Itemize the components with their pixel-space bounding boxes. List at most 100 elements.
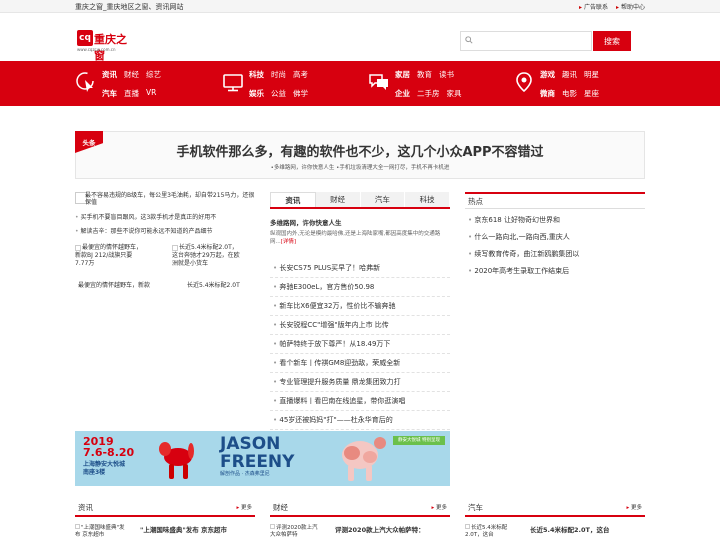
list-item[interactable]: 帕萨特终于放下尊严！从18.49万下	[270, 335, 450, 354]
section-heading: 汽车 更多	[465, 501, 645, 517]
photo-alt-text: "上潮国味盛典"发布 京东超市	[75, 525, 125, 538]
nav-row: 微商 电影 星座	[540, 88, 599, 99]
more-link[interactable]: 更多	[431, 501, 447, 515]
banner-title-line1: JASON	[220, 434, 281, 454]
list-item[interactable]: 长安锐程CC"增强"版年内上市 比传	[270, 316, 450, 335]
nav-item-finance[interactable]: 财经	[124, 69, 139, 80]
list-item[interactable]: 专业管理提升服务质量 鼎龙集团致力打	[270, 373, 450, 392]
nav-item-vr[interactable]: VR	[146, 88, 156, 99]
nav-item-live[interactable]: 直播	[124, 88, 139, 99]
nav-item-charity[interactable]: 公益	[271, 88, 286, 99]
list-item[interactable]: 45岁还被妈妈"打"——杜永华育后的	[270, 411, 450, 430]
logo-url: www.cqzcw.com.cn	[77, 47, 116, 52]
top-links: 广告联系 帮助中心	[579, 2, 645, 11]
nav-item-auto[interactable]: 汽车	[102, 88, 117, 99]
photo-alt-text: 评测2020款上汽大众帕萨特	[270, 525, 318, 538]
photo-card[interactable]: "上潮国味盛典"发布 京东超市	[75, 524, 127, 540]
photo-caption[interactable]: 长近5.4米标配2.0T	[187, 280, 240, 289]
nav-row: 家居 教育 读书	[395, 69, 454, 80]
nav-item-games[interactable]: 游戏	[540, 69, 555, 80]
section-lead-title[interactable]: 长近5.4米标配2.0T，这台	[530, 524, 645, 534]
nav-item-fashion[interactable]: 时尚	[271, 69, 286, 80]
list-item[interactable]: 京东618 让好物奇幻世界和	[465, 212, 579, 229]
list-item[interactable]: 2020年高考生录取工作结束后	[465, 263, 579, 280]
photo-card[interactable]: 长近5.4米标配2.0T，这台	[465, 524, 517, 540]
banner-badge: 静安大悦城 特别呈现	[393, 436, 445, 445]
banner-subtitle: 解剖作品 · 杰森弗里尼	[220, 471, 270, 477]
tab-finance[interactable]: 财经	[315, 192, 361, 207]
nav-item-furniture[interactable]: 家具	[447, 88, 462, 99]
nav-item-second-hand[interactable]: 二手房	[417, 88, 440, 99]
nav-row: 资讯 财经 综艺	[102, 69, 161, 80]
banner-date: 2019 7.6-8.20	[83, 436, 134, 458]
tab-auto[interactable]: 汽车	[360, 192, 406, 207]
lead-story-title[interactable]: 多维路网，许你快意人生	[270, 217, 342, 227]
photo-card[interactable]: 长近5.4米标配2.0T，这台奔驰才29万起，在欧洲就是小货车	[172, 244, 242, 278]
nav-item-wechat-business[interactable]: 微商	[540, 88, 555, 99]
chat-icon	[368, 71, 390, 93]
more-link[interactable]: 更多	[236, 501, 252, 515]
list-item[interactable]: 什么一路向北,一路向西,重庆人	[465, 229, 579, 246]
top-bar: 重庆之窗_重庆地区之窗、资讯网站 广告联系 帮助中心	[0, 0, 720, 13]
banner-title: JASON FREENY 解剖作品 · 杰森弗里尼	[220, 435, 294, 478]
nav-item-news[interactable]: 资讯	[102, 69, 117, 80]
featured-caption[interactable]: 最不容易违规的B级车，每公里3毛油耗，却自带215马力，还很保值	[85, 192, 255, 206]
headline-box: 头条 手机软件那么多，有趣的软件也不少，这几个小众APP不容错过 •多维路网，许…	[75, 131, 645, 179]
list-item[interactable]: 续写教育传奇，曲江新鸥鹏集团以	[465, 246, 579, 263]
balloon-dog-figure	[159, 442, 194, 479]
headline-title[interactable]: 手机软件那么多，有趣的软件也不少，这几个小众APP不容错过	[76, 141, 644, 160]
headline-sub-links[interactable]: •多维路网，许你快意人生 •手机垃圾清理大全一网打尽，手机不再卡机进	[76, 163, 644, 171]
left-bullet-link[interactable]: 解读吉辛：那些不说你可能永远不知道的产品细节	[75, 226, 212, 235]
nav-item-exam[interactable]: 高考	[293, 69, 308, 80]
ad-banner[interactable]: 2019 7.6-8.20 上海静安大悦城 南座3楼 JASON FREENY 解剖作品…	[75, 431, 450, 486]
more-link[interactable]: 更多	[626, 501, 642, 515]
help-center-link[interactable]: 帮助中心	[616, 2, 645, 11]
nav-item-movies[interactable]: 电影	[562, 88, 577, 99]
section-heading-text: 资讯	[78, 503, 93, 512]
nav-item-entertainment[interactable]: 娱乐	[249, 88, 264, 99]
nav-item-home[interactable]: 家居	[395, 69, 410, 80]
broken-image-icon	[465, 524, 470, 529]
nav-item-books[interactable]: 读书	[439, 69, 454, 80]
list-item[interactable]: 新车比X6便宜32万，性价比不输奔驰	[270, 297, 450, 316]
nav-item-education[interactable]: 教育	[417, 69, 432, 80]
section-lead-title[interactable]: "上潮国味盛典"发布 京东超市	[140, 524, 255, 534]
logo-mark: cq	[77, 30, 93, 46]
nav-item-stars[interactable]: 明星	[584, 69, 599, 80]
site-logo[interactable]: cq 重庆之窗 www.cqzcw.com.cn	[77, 30, 137, 62]
tab-tech[interactable]: 科技	[405, 192, 450, 207]
section-heading: 资讯 更多	[75, 501, 255, 517]
banner-dates: 7.6-8.20	[83, 446, 135, 459]
search-button[interactable]: 搜索	[593, 31, 631, 51]
photo-caption[interactable]: 最便宜的情怀越野车，新款	[78, 280, 150, 289]
ad-contact-link[interactable]: 广告联系	[579, 2, 608, 11]
list-item[interactable]: 看个新车丨传祺GM8迎劲敌，荣威全新	[270, 354, 450, 373]
section-lead-title[interactable]: 评测2020款上汽大众帕萨特：	[335, 524, 450, 534]
search-input[interactable]	[476, 34, 586, 48]
nav-item-tech[interactable]: 科技	[249, 69, 264, 80]
news-list: 长安CS75 PLUS买早了！哈弗新 奔驰E300eL，官方售价50.98 新车…	[270, 259, 450, 430]
nav-item-fun[interactable]: 趣讯	[562, 69, 577, 80]
tab-news[interactable]: 资讯	[270, 192, 316, 207]
nav-item-buddhism[interactable]: 佛学	[293, 88, 308, 99]
photo-alt-text: 长近5.4米标配2.0T，这台	[465, 525, 508, 538]
news-tabs: 资讯 财经 汽车 科技	[270, 192, 450, 209]
nav-item-variety[interactable]: 综艺	[146, 69, 161, 80]
search-box[interactable]	[460, 31, 592, 51]
list-item[interactable]: 直播爆料丨看巴南在线追星，带你逛演唱	[270, 392, 450, 411]
nav-item-business[interactable]: 企业	[395, 88, 410, 99]
section-heading: 财经 更多	[270, 501, 450, 517]
left-bullet-link[interactable]: 买手机不要盲目跟风，这3款手机才是真正的好用不	[75, 212, 216, 221]
photo-card[interactable]: 最便宜的情怀越野车，新款BJ 212/战旗只要7.77万	[75, 244, 145, 278]
list-item[interactable]: 奔驰E300eL，官方售价50.98	[270, 278, 450, 297]
nav-row: 企业 二手房 家具	[395, 88, 462, 99]
nav-item-horoscope[interactable]: 星座	[584, 88, 599, 99]
photo-card[interactable]: 评测2020款上汽大众帕萨特	[270, 524, 322, 540]
broken-image-icon	[172, 244, 178, 251]
photo-alt-text: 最便宜的情怀越野车，新款BJ 212/战旗只要7.77万	[75, 244, 143, 267]
hot-heading: 热点	[465, 192, 645, 209]
details-link[interactable]: [详情]	[281, 239, 296, 245]
broken-image-icon	[75, 524, 80, 529]
lead-story-desc: 纵观国内外,无论是模约最哈佛,还是上海陆家嘴,都因高度集中的交通路网...[详情…	[270, 230, 448, 246]
list-item[interactable]: 长安CS75 PLUS买早了！哈弗新	[270, 259, 450, 278]
